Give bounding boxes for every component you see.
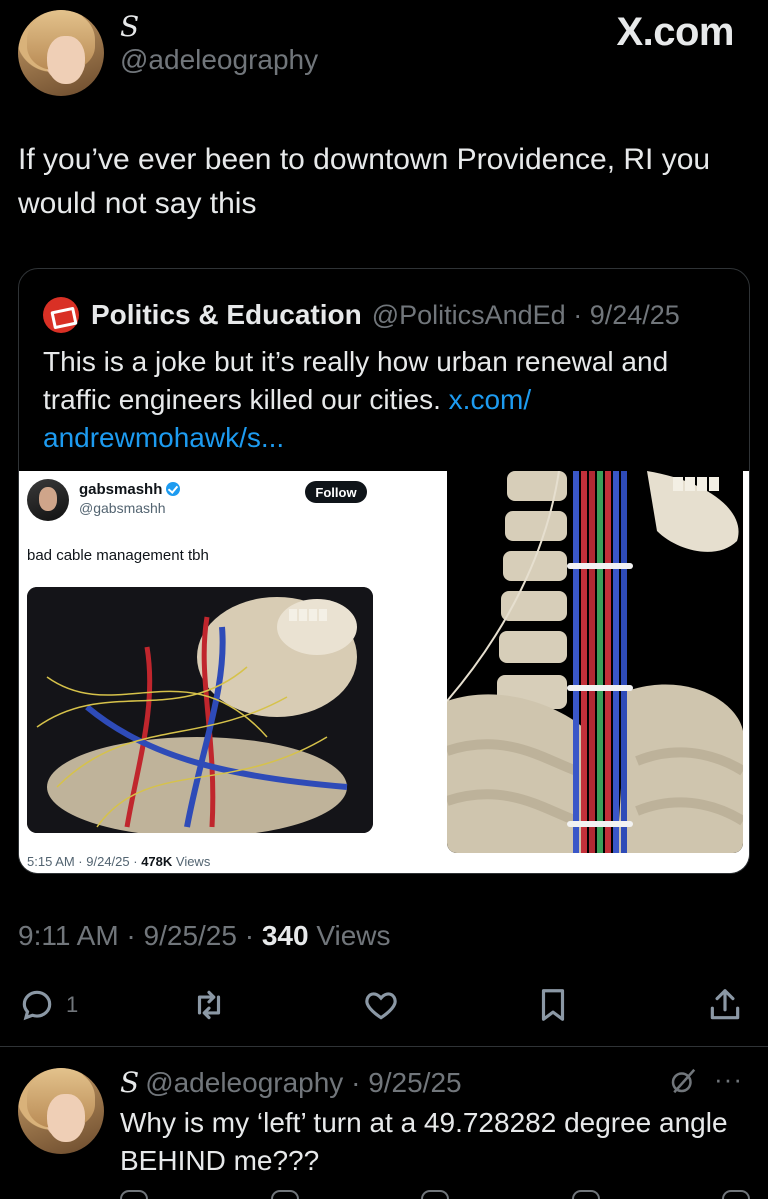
like-button[interactable]: [362, 980, 400, 1030]
like-icon: [365, 992, 397, 1020]
reply-button[interactable]: 1: [18, 980, 78, 1030]
reply-meta[interactable]: @adeleography · 9/25/25: [145, 1067, 461, 1098]
politics-education-logo-icon[interactable]: [43, 297, 79, 333]
embedded-follow-button: Follow: [305, 481, 367, 503]
reply-text: Why is my ‘left’ turn at a 49.728282 deg…: [120, 1107, 728, 1176]
reply-author-avatar[interactable]: [18, 1068, 104, 1154]
quoted-tweet-card[interactable]: Politics & Education @PoliticsAndEd · 9/…: [18, 268, 750, 874]
bookmark-button[interactable]: [534, 980, 572, 1030]
verified-badge-icon: [166, 482, 181, 496]
reply-icon: [22, 990, 52, 1021]
media-spine-cables-image[interactable]: [389, 471, 749, 873]
embedded-author-handle: @gabsmashh: [79, 500, 166, 516]
quoted-author-name[interactable]: Politics & Education: [91, 299, 362, 331]
retweet-button[interactable]: [190, 980, 228, 1030]
embedded-post-text: bad cable management tbh: [27, 547, 209, 564]
reply-header: S @adeleography · 9/25/25: [120, 1066, 462, 1099]
embedded-post-footer: 5:15 AM · 9/24/25 · 478K Views: [27, 854, 211, 869]
embedded-author-name: gabsmashh: [79, 481, 181, 498]
quoted-tweet-body: This is a joke but it’s really how urban…: [43, 346, 669, 415]
spine-cable-illustration: [447, 471, 743, 853]
share-button[interactable]: [706, 980, 744, 1030]
retweet-icon: [197, 990, 221, 1020]
tweet-action-bar: 1: [0, 980, 768, 1030]
grok-icon[interactable]: [668, 1066, 698, 1096]
x-com-watermark: X.com: [616, 10, 734, 54]
tweet-text: If you’ve ever been to downtown Providen…: [18, 143, 711, 220]
anatomy-nerves-image: [27, 587, 373, 833]
author-handle[interactable]: @adeleography: [120, 44, 318, 76]
reply-count: 1: [66, 992, 79, 1017]
quoted-author-meta: @PoliticsAndEd · 9/24/25: [371, 299, 680, 330]
quoted-tweet-text: This is a joke but it’s really how urban…: [43, 343, 733, 457]
embedded-avatar: [27, 479, 69, 521]
reply-divider: [0, 1046, 768, 1047]
tweet-timestamp-views: 9:11 AM · 9/25/25 · 340 Views: [18, 920, 391, 951]
quoted-media[interactable]: gabsmashh @gabsmashh Follow bad cable ma…: [19, 471, 749, 873]
reply-display-name[interactable]: S: [120, 1066, 139, 1099]
share-icon: [710, 989, 740, 1020]
author-display-name[interactable]: S: [120, 10, 139, 43]
quoted-tweet-header: Politics & Education @PoliticsAndEd · 9/…: [43, 297, 680, 333]
more-options-icon[interactable]: ···: [714, 1064, 743, 1095]
reply-actions-peek: [120, 1190, 750, 1199]
author-avatar[interactable]: [18, 10, 104, 96]
bookmark-icon: [541, 989, 565, 1021]
media-screenshot-gabsmashh[interactable]: gabsmashh @gabsmashh Follow bad cable ma…: [19, 471, 381, 873]
